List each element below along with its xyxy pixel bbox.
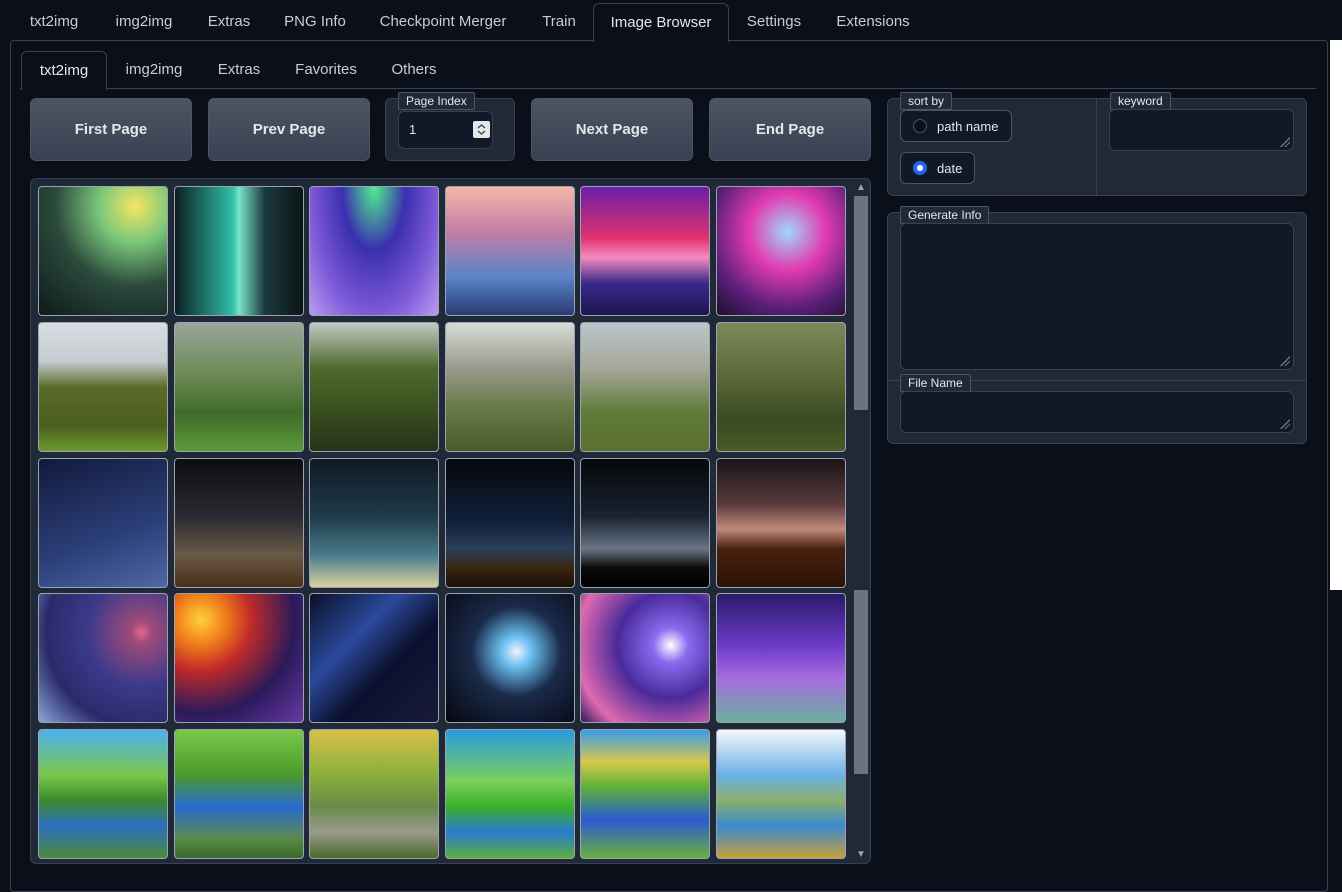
sort-date-label: date: [937, 160, 963, 176]
stepper-arrows-icon: [477, 124, 486, 135]
gallery-thumbnail-gothic-castle[interactable]: [445, 322, 575, 452]
gallery-thumbnail-gothic-castle[interactable]: [174, 322, 304, 452]
gallery-thumbnail-space-planets[interactable]: [580, 593, 710, 723]
gallery-thumbnail-gothic-castle[interactable]: [38, 322, 168, 452]
keyword-input[interactable]: [1109, 109, 1294, 151]
gallery-thumbnail-misty-forest[interactable]: [38, 186, 168, 316]
file-name-input[interactable]: [900, 391, 1294, 433]
sort-path-name-label: path name: [937, 118, 999, 134]
first-page-button[interactable]: First Page: [30, 98, 192, 161]
gallery-thumbnail-gothic-castle[interactable]: [580, 322, 710, 452]
page-index-label: Page Index: [398, 92, 475, 110]
radio-unchecked-icon: [913, 119, 927, 133]
tab-extensions[interactable]: Extensions: [821, 3, 925, 41]
generate-info-label: Generate Info: [900, 206, 990, 224]
scrollbar-thumb-upper[interactable]: [854, 196, 868, 410]
end-page-button[interactable]: End Page: [709, 98, 871, 161]
tab-checkpoint-merger[interactable]: Checkpoint Merger: [366, 3, 520, 41]
gallery-thumbnail-river-landscape[interactable]: [580, 729, 710, 859]
gallery-thumbnail-gothic-castle[interactable]: [716, 322, 846, 452]
sort-date-radio[interactable]: date: [900, 152, 975, 184]
tab-image-browser[interactable]: Image Browser: [593, 3, 729, 42]
tab-extras[interactable]: Extras: [194, 3, 264, 41]
gallery-thumbnail-space-planets[interactable]: [174, 593, 304, 723]
gallery-thumbnail-misty-forest[interactable]: [716, 186, 846, 316]
gallery-thumbnail-river-landscape[interactable]: [445, 729, 575, 859]
gallery-thumbnail-night-sky[interactable]: [38, 458, 168, 588]
next-page-button[interactable]: Next Page: [531, 98, 693, 161]
tab-train[interactable]: Train: [526, 3, 592, 41]
tab-png-info[interactable]: PNG Info: [270, 3, 360, 41]
gallery-thumbnail-misty-forest[interactable]: [580, 186, 710, 316]
gallery-thumbnail-river-landscape[interactable]: [174, 729, 304, 859]
subtab-txt2img[interactable]: txt2img: [21, 51, 107, 90]
subtab-others[interactable]: Others: [377, 51, 451, 89]
tab-settings[interactable]: Settings: [733, 3, 815, 41]
gallery-thumbnail-misty-forest[interactable]: [445, 186, 575, 316]
scroll-up-arrow[interactable]: ▲: [854, 181, 868, 195]
gallery-thumbnail-night-sky[interactable]: [445, 458, 575, 588]
sort-by-label: sort by: [900, 92, 953, 110]
gallery-thumbnail-space-planets[interactable]: [445, 593, 575, 723]
gallery-thumbnail-night-sky[interactable]: [580, 458, 710, 588]
gallery-thumbnail-space-planets[interactable]: [309, 593, 439, 723]
window-edge: [1330, 40, 1342, 590]
gallery-thumbnail-night-sky[interactable]: [309, 458, 439, 588]
subtab-favorites[interactable]: Favorites: [281, 51, 371, 89]
subtab-img2img[interactable]: img2img: [111, 51, 197, 89]
radio-checked-icon: [913, 161, 927, 175]
tab-img2img[interactable]: img2img: [100, 3, 188, 41]
scrollbar-thumb-lower[interactable]: [854, 590, 868, 774]
subtab-extras[interactable]: Extras: [203, 51, 275, 89]
gallery-thumbnail-space-planets[interactable]: [38, 593, 168, 723]
panel-divider: [1096, 99, 1097, 195]
file-name-label: File Name: [900, 374, 971, 392]
gallery-thumbnail-night-sky[interactable]: [174, 458, 304, 588]
page-index-stepper[interactable]: [473, 121, 490, 138]
gallery-thumbnail-gothic-castle[interactable]: [309, 322, 439, 452]
keyword-label: keyword: [1110, 92, 1171, 110]
resize-handle-icon[interactable]: [1280, 419, 1290, 429]
tab-txt2img[interactable]: txt2img: [14, 3, 94, 41]
gallery-thumbnail-river-landscape[interactable]: [309, 729, 439, 859]
scroll-down-arrow[interactable]: ▼: [854, 848, 868, 862]
gallery-thumbnail-river-landscape[interactable]: [716, 729, 846, 859]
sort-path-name-radio[interactable]: path name: [900, 110, 1012, 142]
resize-handle-icon[interactable]: [1280, 137, 1290, 147]
prev-page-button[interactable]: Prev Page: [208, 98, 370, 161]
resize-handle-icon[interactable]: [1280, 356, 1290, 366]
gallery-thumbnail-misty-forest[interactable]: [309, 186, 439, 316]
gallery-thumbnail-night-sky[interactable]: [716, 458, 846, 588]
top-tab-bar: txt2img img2img Extras PNG Info Checkpoi…: [0, 0, 1342, 42]
gallery-thumbnail-river-landscape[interactable]: [38, 729, 168, 859]
gallery-thumbnail-misty-forest[interactable]: [174, 186, 304, 316]
gallery-thumbnail-space-planets[interactable]: [716, 593, 846, 723]
generate-info-textarea[interactable]: [900, 223, 1294, 370]
